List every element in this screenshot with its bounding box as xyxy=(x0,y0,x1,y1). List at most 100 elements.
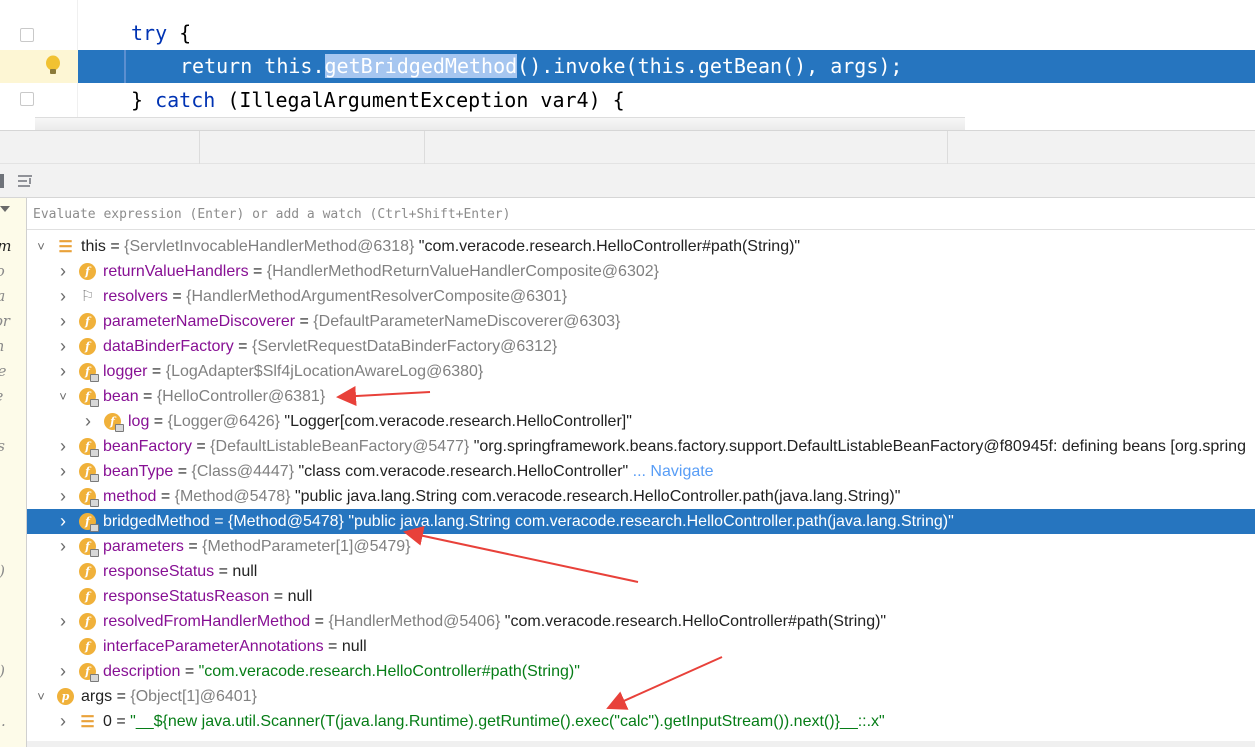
code-line[interactable]: try { xyxy=(0,17,1255,50)
variable-row-this[interactable]: ˅ ☰ this = {ServletInvocableHandlerMethod@… xyxy=(27,234,1255,259)
variable-row-bean[interactable]: ˅ f bean = {HelloController@6381} xyxy=(27,384,1255,409)
variable-name: responseStatusReason xyxy=(103,588,270,605)
equals-sign: = xyxy=(149,413,168,430)
final-field-icon: f xyxy=(79,363,99,382)
final-field-icon: f xyxy=(79,663,99,682)
variable-row-interfaceParameterAnnotations[interactable]: f interfaceParameterAnnotations = null xyxy=(27,634,1255,659)
variable-value: "class com.veracode.research.HelloContro… xyxy=(294,463,629,480)
variable-row-parameters[interactable]: › f parameters = {MethodParameter[1]@5479} xyxy=(27,534,1255,559)
fold-icon[interactable] xyxy=(20,92,34,106)
code-editor[interactable]: try {return this.getBridgedMethod().invo… xyxy=(0,0,1255,130)
final-field-icon: f xyxy=(79,513,99,532)
variable-reference: {HandlerMethod@5406} xyxy=(328,613,501,630)
current-line-gutter xyxy=(0,50,78,83)
variable-row-returnValueHandlers[interactable]: › f returnValueHandlers = {HandlerMethodRe… xyxy=(27,259,1255,284)
variable-row-resolvedFromHandlerMethod[interactable]: › f resolvedFromHandlerMethod = {HandlerMe… xyxy=(27,609,1255,634)
chevron-right-icon[interactable]: › xyxy=(57,484,69,509)
no-expand-icon xyxy=(57,559,69,584)
evaluate-expression-bar xyxy=(27,198,1255,230)
lightbulb-icon[interactable] xyxy=(44,54,62,78)
navigate-link[interactable]: ... Navigate xyxy=(628,463,714,480)
chevron-right-icon[interactable]: › xyxy=(57,509,69,534)
variable-name: bean xyxy=(103,388,139,405)
frame-item[interactable]: rvle xyxy=(0,385,26,407)
editor-hscroll-shadow xyxy=(35,117,965,130)
variable-name: beanFactory xyxy=(103,438,192,455)
frame-item[interactable]: t.we xyxy=(0,360,26,382)
chevron-right-icon[interactable]: › xyxy=(57,659,69,684)
variable-row-resolvers[interactable]: › ⚐ resolvers = {HandlerMethodArgumentReso… xyxy=(27,284,1255,309)
field-icon: f xyxy=(79,313,96,330)
variable-name: parameters xyxy=(103,538,184,555)
variable-text: interfaceParameterAnnotations = null xyxy=(103,634,367,659)
variable-row-logger[interactable]: › f logger = {LogAdapter$Slf4jLocationAwar… xyxy=(27,359,1255,384)
chevron-down-icon[interactable]: ˅ xyxy=(57,384,69,409)
chevron-right-icon[interactable]: › xyxy=(57,434,69,459)
frame-item[interactable]: et) xyxy=(0,410,26,432)
final-field-icon: f xyxy=(104,413,124,432)
code-text: } catch (IllegalArgumentException var4) … xyxy=(131,84,625,117)
fold-icon[interactable] xyxy=(20,28,34,42)
chevron-right-icon[interactable]: › xyxy=(57,709,69,734)
chevron-right-icon[interactable]: › xyxy=(57,534,69,559)
chevron-right-icon[interactable]: › xyxy=(57,334,69,359)
variable-row-beanType[interactable]: › f beanType = {Class@4447} "class com.ver… xyxy=(27,459,1255,484)
variable-row-dataBinderFactory[interactable]: › f dataBinderFactory = {ServletRequestDat… xyxy=(27,334,1255,359)
frame-item[interactable]: eb.m xyxy=(0,235,26,257)
chevron-right-icon[interactable]: › xyxy=(57,609,69,634)
chevron-right-icon[interactable]: › xyxy=(57,359,69,384)
frame-item[interactable]: veb. xyxy=(0,710,26,732)
equals-sign: = xyxy=(209,513,228,530)
evaluate-expression-input[interactable] xyxy=(33,202,1233,226)
variable-reference: {Method@5478} xyxy=(174,488,291,505)
variable-row-log[interactable]: › f log = {Logger@6426} "Logger[com.veraco… xyxy=(27,409,1255,434)
variable-value: null xyxy=(232,563,258,580)
chevron-down-icon[interactable]: ˅ xyxy=(35,234,47,259)
variable-reference: {Method@5478} xyxy=(227,513,344,530)
field-icon: f xyxy=(79,263,96,280)
variable-name: args xyxy=(81,688,113,705)
equals-sign: = xyxy=(233,338,252,355)
frame-item[interactable]: ore) xyxy=(0,560,26,582)
collapse-icon[interactable] xyxy=(0,206,10,212)
chevron-down-icon[interactable]: ˅ xyxy=(35,684,47,709)
frame-item[interactable]: ewo xyxy=(0,260,26,282)
frames-panel[interactable]: eb.m ewo gfra v.spr ram t.we rvle et) eb.s ore) or… xyxy=(0,198,27,747)
variable-row-description[interactable]: › f description = "com.veracode.research.H… xyxy=(27,659,1255,684)
variable-row-bridgedMethod[interactable]: › f bridgedMethod = {Method@5478} "public … xyxy=(27,509,1255,534)
variable-row-0[interactable]: › ☰ 0 = "__${new java.util.Scanner(T(java.… xyxy=(27,709,1255,734)
variable-reference: {Logger@6426} xyxy=(167,413,280,430)
variable-row-responseStatus[interactable]: f responseStatus = null xyxy=(27,559,1255,584)
variable-row-parameterNameDiscoverer[interactable]: › f parameterNameDiscoverer = {DefaultPara… xyxy=(27,309,1255,334)
variable-name: parameterNameDiscoverer xyxy=(103,313,296,330)
variable-row-responseStatusReason[interactable]: f responseStatusReason = null xyxy=(27,584,1255,609)
chevron-right-icon[interactable]: › xyxy=(82,409,94,434)
frame-item[interactable]: ore) xyxy=(0,660,26,682)
variable-reference: {MethodParameter[1]@5479} xyxy=(202,538,411,555)
frame-item[interactable]: eb.s xyxy=(0,435,26,457)
variable-name: method xyxy=(103,488,157,505)
sort-lines-icon[interactable] xyxy=(17,174,33,188)
equals-sign: = xyxy=(180,663,199,680)
frame-item[interactable]: gfra xyxy=(0,285,26,307)
variable-value: "Logger[com.veracode.research.HelloContr… xyxy=(279,413,632,430)
chevron-right-icon[interactable]: › xyxy=(57,259,69,284)
variable-row-beanFactory[interactable]: › f beanFactory = {DefaultListableBeanFact… xyxy=(27,434,1255,459)
chevron-right-icon[interactable]: › xyxy=(57,284,69,309)
chevron-right-icon[interactable]: › xyxy=(57,459,69,484)
code-line-current[interactable]: return this.getBridgedMethod().invoke(th… xyxy=(78,50,1255,83)
horizontal-scrollbar[interactable] xyxy=(27,741,1255,747)
variable-row-method[interactable]: › f method = {Method@5478} "public java.la… xyxy=(27,484,1255,509)
frame-item[interactable]: v.spr xyxy=(0,310,26,332)
chevron-right-icon[interactable]: › xyxy=(57,309,69,334)
variable-name: resolvers xyxy=(103,288,168,305)
variable-text: description = "com.veracode.research.Hel… xyxy=(103,659,580,684)
frame-item[interactable]: ram xyxy=(0,335,26,357)
debug-tab-strip xyxy=(0,130,1255,165)
equals-sign: = xyxy=(248,263,267,280)
code-line[interactable]: } catch (IllegalArgumentException var4) … xyxy=(0,84,1255,117)
variable-value: "public java.lang.String com.veracode.re… xyxy=(343,513,954,530)
variable-row-args[interactable]: ˅ p args = {Object[1]@6401} xyxy=(27,684,1255,709)
variable-text: responseStatus = null xyxy=(103,559,257,584)
variables-tree[interactable]: ˅ ☰ this = {ServletInvocableHandlerMethod@… xyxy=(27,234,1255,747)
